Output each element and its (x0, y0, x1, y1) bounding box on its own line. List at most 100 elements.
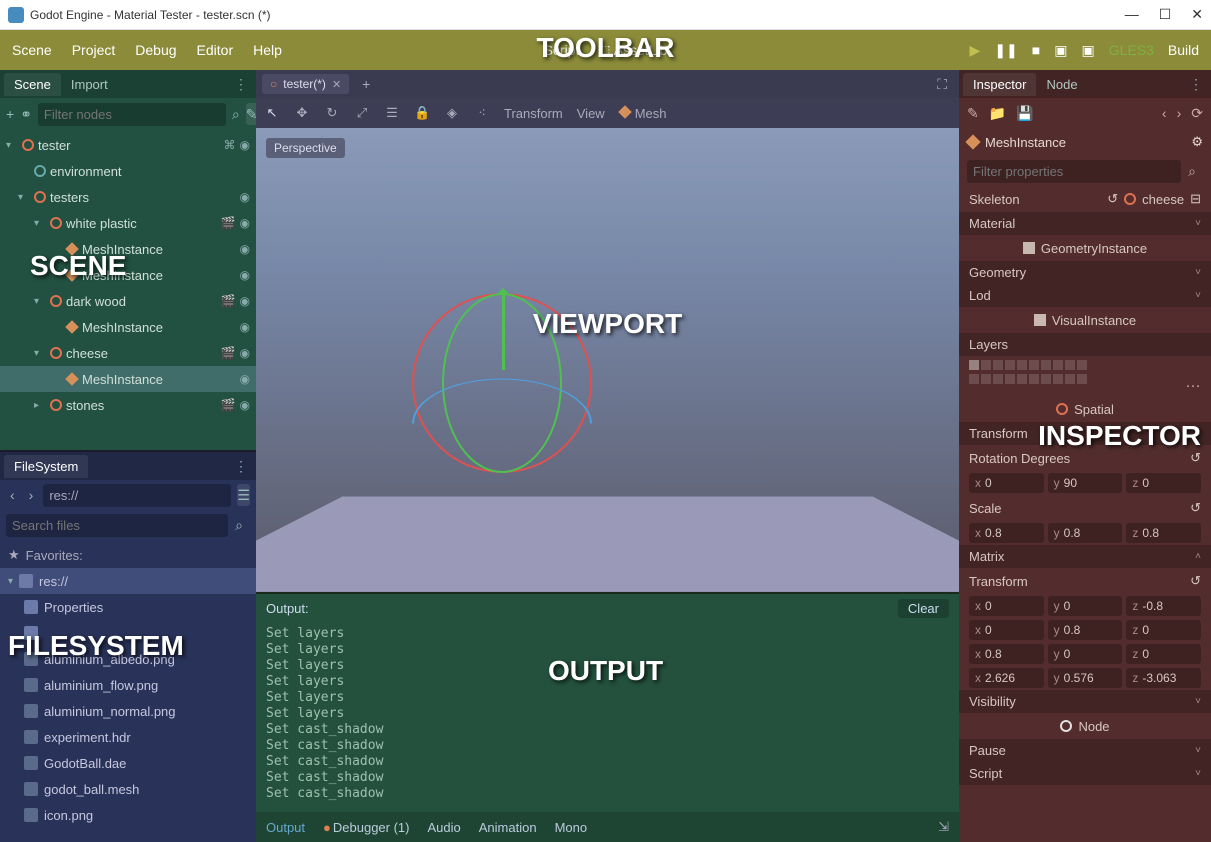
scene-icon[interactable]: 🎬 (221, 346, 236, 360)
mode-assetlib[interactable]: ⬚ AssetLib (597, 42, 667, 59)
section-layers[interactable]: Layers (959, 333, 1211, 356)
tree-node[interactable]: environment (0, 158, 256, 184)
visibility-icon[interactable]: ◉ (240, 268, 250, 282)
assign-icon[interactable]: ⊟ (1190, 191, 1201, 207)
open-resource-icon[interactable]: 📁 (989, 105, 1006, 122)
tab-inspector[interactable]: Inspector (963, 73, 1036, 96)
fs-item[interactable]: icon.png (0, 802, 256, 828)
fs-item[interactable]: godot_ball.mesh (0, 776, 256, 802)
stop-icon[interactable]: ■ (1032, 42, 1040, 58)
maximize-button[interactable]: ☐ (1159, 6, 1172, 23)
visibility-icon[interactable]: ◉ (240, 138, 250, 152)
tree-node[interactable]: ▾dark wood🎬◉ (0, 288, 256, 314)
fs-item[interactable]: Properties (0, 594, 256, 620)
filesystem-tree[interactable]: ★ Favorites: ▾res://Propertiesaluminium_… (0, 540, 256, 842)
build-button[interactable]: Build (1168, 42, 1199, 58)
scene-icon[interactable]: 🎬 (221, 294, 236, 308)
tab-debugger[interactable]: ●Debugger (1) (323, 820, 409, 835)
reset-icon[interactable]: ↺ (1190, 500, 1201, 516)
visibility-icon[interactable]: ◉ (240, 372, 250, 386)
layers-more-icon[interactable]: … (1185, 374, 1201, 392)
fs-item[interactable] (0, 620, 256, 646)
section-geometry[interactable]: Geometry˅ (959, 261, 1211, 284)
scene-icon[interactable]: 🎬 (221, 398, 236, 412)
group-tool-icon[interactable]: ◈ (444, 105, 460, 121)
distraction-free-icon[interactable]: ⛶ (931, 76, 953, 93)
section-script[interactable]: Script˅ (959, 762, 1211, 785)
scale-row[interactable]: x0.8 y0.8 z0.8 (959, 521, 1211, 545)
tab-scene[interactable]: Scene (4, 73, 61, 96)
renderer-select[interactable]: GLES3 (1109, 42, 1154, 58)
view-mode-icon[interactable]: ☰ (237, 484, 250, 506)
tab-animation[interactable]: Animation (479, 820, 537, 835)
panel-menu-icon[interactable]: ⋮ (230, 458, 252, 475)
tree-node[interactable]: ▾white plastic🎬◉ (0, 210, 256, 236)
move-tool-icon[interactable]: ✥ (294, 105, 310, 121)
script-icon[interactable]: ⌘ (224, 138, 236, 152)
inspector-filter-input[interactable] (967, 160, 1181, 183)
tree-node[interactable]: ▾cheese🎬◉ (0, 340, 256, 366)
tab-mono[interactable]: Mono (555, 820, 588, 835)
menu-debug[interactable]: Debug (135, 42, 176, 58)
layers-grid[interactable]: … (959, 356, 1211, 396)
list-tool-icon[interactable]: ☰ (384, 105, 400, 121)
history-forward-icon[interactable]: › (1177, 105, 1182, 122)
viewport-3d[interactable]: Perspective VIEWPORT (256, 128, 959, 592)
section-visibility[interactable]: Visibility˅ (959, 690, 1211, 713)
menu-editor[interactable]: Editor (197, 42, 234, 58)
rotate-tool-icon[interactable]: ↻ (324, 105, 340, 121)
fs-search-input[interactable] (6, 514, 228, 537)
reset-icon[interactable]: ↺ (1190, 450, 1201, 466)
clear-button[interactable]: Clear (898, 599, 949, 618)
visibility-icon[interactable]: ◉ (240, 294, 250, 308)
tab-audio[interactable]: Audio (428, 820, 461, 835)
link-icon[interactable]: ⚭ (20, 103, 32, 125)
tab-filesystem[interactable]: FileSystem (4, 455, 88, 478)
new-resource-icon[interactable]: ✎ (967, 105, 979, 122)
minimize-button[interactable]: — (1125, 6, 1139, 23)
mesh-menu[interactable]: Mesh (619, 106, 667, 121)
fs-item[interactable]: aluminium_normal.png (0, 698, 256, 724)
play-icon[interactable]: ▶ (970, 42, 981, 59)
close-tab-icon[interactable]: ✕ (332, 78, 341, 91)
tree-node[interactable]: MeshInstance◉ (0, 262, 256, 288)
view-menu[interactable]: View (577, 106, 605, 121)
visibility-icon[interactable]: ◉ (240, 216, 250, 230)
history-back-icon[interactable]: ‹ (1162, 105, 1167, 122)
class-visual-instance[interactable]: VisualInstance (959, 307, 1211, 333)
tree-node[interactable]: MeshInstance◉ (0, 236, 256, 262)
section-lod[interactable]: Lod˅ (959, 284, 1211, 307)
path-input[interactable] (43, 484, 231, 507)
matrix-row[interactable]: x0y0.8z0 (959, 618, 1211, 642)
history-menu-icon[interactable]: ⟳ (1191, 105, 1203, 122)
fs-item[interactable]: aluminium_albedo.png (0, 646, 256, 672)
tree-node[interactable]: ▾tester⌘◉ (0, 132, 256, 158)
panel-menu-icon[interactable]: ⋮ (230, 76, 252, 93)
back-icon[interactable]: ‹ (6, 484, 19, 506)
search-icon[interactable]: ⌕ (1181, 160, 1203, 182)
forward-icon[interactable]: › (25, 484, 38, 506)
tab-node[interactable]: Node (1036, 73, 1087, 96)
output-log[interactable]: Set layers Set layers Set layers Set lay… (256, 622, 959, 812)
play-scene-icon[interactable]: ▣ (1054, 42, 1067, 59)
tree-node[interactable]: MeshInstance◉ (0, 314, 256, 340)
matrix-row[interactable]: x0y0z-0.8 (959, 594, 1211, 618)
section-pause[interactable]: Pause˅ (959, 739, 1211, 762)
tab-import[interactable]: Import (61, 73, 118, 96)
play-custom-icon[interactable]: ▣ (1081, 42, 1094, 59)
visibility-icon[interactable]: ◉ (240, 242, 250, 256)
fs-item[interactable]: ▾res:// (0, 568, 256, 594)
transform-menu[interactable]: Transform (504, 106, 563, 121)
reset-icon[interactable]: ↺ (1107, 191, 1118, 207)
visibility-icon[interactable]: ◉ (240, 320, 250, 334)
scene-tab[interactable]: ○ tester(*) ✕ (262, 74, 349, 94)
add-node-icon[interactable]: + (6, 103, 14, 125)
search-icon[interactable]: ⌕ (232, 103, 240, 125)
select-tool-icon[interactable]: ↖ (264, 105, 280, 121)
rotation-row[interactable]: x0 y90 z0 (959, 471, 1211, 495)
tree-node[interactable]: ▸stones🎬◉ (0, 392, 256, 418)
collapse-icon[interactable]: ⇲ (938, 819, 949, 835)
class-node[interactable]: Node (959, 713, 1211, 739)
section-transform[interactable]: Transform˄ (959, 422, 1211, 445)
tree-node[interactable]: MeshInstance◉ (0, 366, 256, 392)
